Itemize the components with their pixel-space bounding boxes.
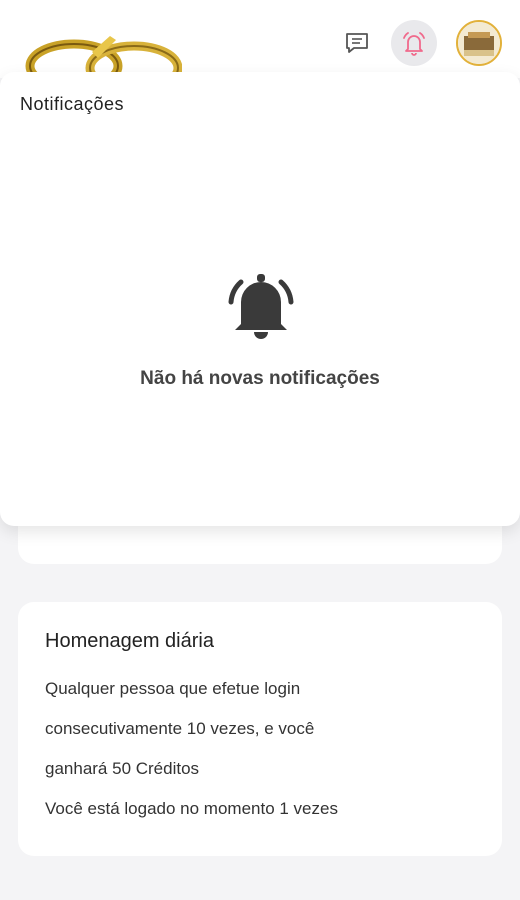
empty-notifications-message: Não há novas notificações bbox=[140, 368, 380, 389]
chat-button[interactable] bbox=[334, 20, 380, 66]
daily-tribute-line: consecutivamente 10 vezes, e você bbox=[45, 719, 315, 738]
daily-tribute-card: Homenagem diária Qualquer pessoa que efe… bbox=[18, 602, 502, 856]
alarm-bell-icon bbox=[403, 32, 425, 56]
daily-tribute-line: Você está logado no momento 1 vezes bbox=[45, 799, 338, 818]
chat-icon bbox=[346, 33, 368, 53]
avatar-photo bbox=[458, 22, 500, 64]
daily-tribute-title: Homenagem diária bbox=[45, 630, 214, 652]
daily-tribute-line: ganhará 50 Créditos bbox=[45, 759, 200, 778]
notifications-button[interactable] bbox=[391, 20, 437, 66]
notifications-title: Notificações bbox=[20, 94, 125, 114]
ringing-bell-icon bbox=[228, 274, 294, 339]
daily-tribute-line: Qualquer pessoa que efetue login bbox=[45, 679, 301, 698]
avatar[interactable] bbox=[456, 20, 502, 66]
app-header bbox=[0, 0, 520, 86]
notifications-panel: Notificações Não há novas notificações bbox=[0, 72, 520, 526]
